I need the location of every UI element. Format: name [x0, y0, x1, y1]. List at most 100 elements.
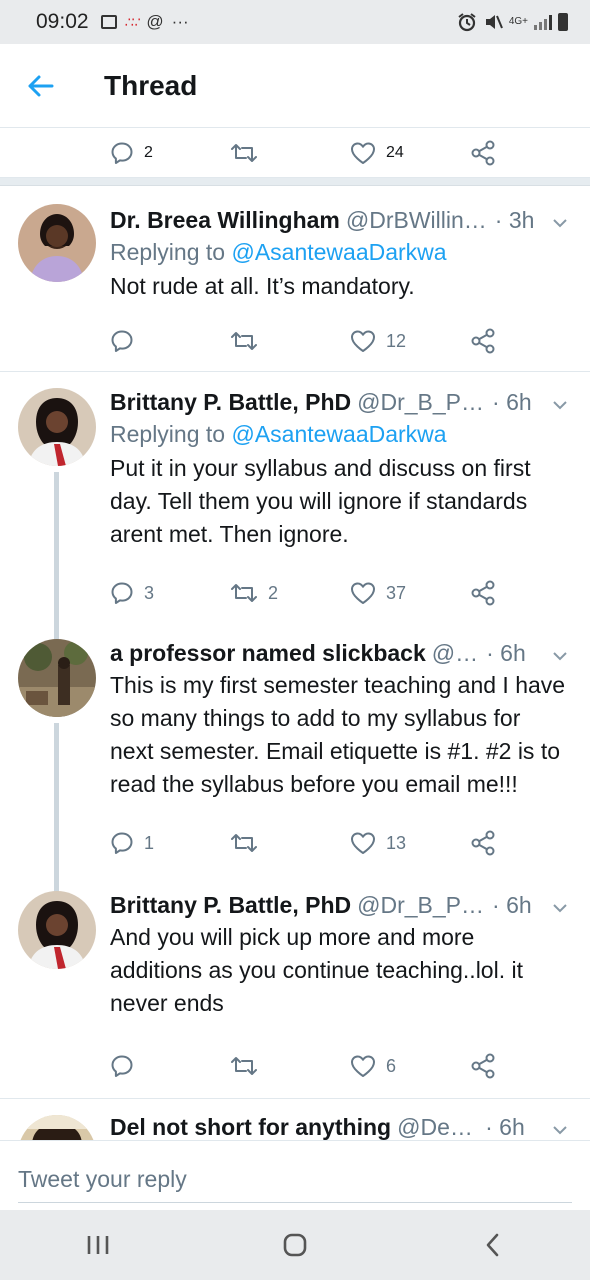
tweet[interactable]: Brittany P. Battle, PhD @Dr_B_P… · 6h Re… [0, 372, 590, 652]
share-button[interactable] [470, 1053, 510, 1079]
reply-button[interactable] [110, 1054, 230, 1078]
reply-input[interactable] [18, 1157, 572, 1203]
like-count: 6 [386, 1055, 397, 1076]
share-icon [471, 580, 495, 606]
reply-bar [0, 1140, 590, 1210]
share-icon [471, 830, 495, 856]
tweet-menu-button[interactable] [550, 903, 570, 913]
retweet-button[interactable] [230, 832, 350, 854]
tweet-text: This is my first semester teaching and I… [110, 672, 566, 797]
retweet-button[interactable]: 2 [230, 582, 350, 604]
tweet-actions: 6 [110, 1042, 570, 1090]
reply-count: 2 [144, 143, 153, 161]
user-handle[interactable]: @DrBWillin… [346, 204, 487, 236]
user-handle[interactable]: @Dr_B_P… [357, 386, 484, 418]
retweet-button[interactable] [230, 142, 350, 164]
user-handle[interactable]: @Del… [397, 1111, 477, 1140]
tweet[interactable]: Brittany P. Battle, PhD @Dr_B_P… · 6h An… [0, 877, 590, 1099]
home-icon [283, 1233, 307, 1257]
retweet-button[interactable] [230, 1055, 350, 1077]
tweet-actions: 3 2 37 [110, 569, 570, 617]
tweet-header: Del not short for anything @Del… · 6h [110, 1111, 570, 1140]
reply-button[interactable]: 1 [110, 831, 230, 855]
reply-button[interactable]: 2 [110, 141, 230, 165]
retweet-icon [231, 834, 257, 852]
like-button[interactable]: 6 [350, 1054, 470, 1078]
back-button[interactable] [0, 44, 80, 128]
thread-connector [54, 625, 59, 635]
like-button[interactable]: 24 [350, 141, 470, 165]
tweet-header: Brittany P. Battle, PhD @Dr_B_P… · 6h [110, 889, 570, 921]
share-button[interactable] [470, 140, 510, 166]
like-button[interactable]: 12 [350, 329, 470, 353]
status-time: 09:02 [36, 10, 89, 33]
share-icon [471, 1053, 495, 1079]
recent-apps-button[interactable] [58, 1215, 138, 1275]
chevron-down-icon [553, 1126, 567, 1135]
heart-icon [351, 330, 375, 352]
avatar[interactable] [18, 388, 96, 466]
tweet-actions: 1 13 [110, 819, 570, 867]
reply-icon [111, 832, 133, 854]
avatar[interactable] [18, 204, 96, 282]
tweet-menu-button[interactable] [550, 218, 570, 228]
display-name[interactable]: a professor named slickback [110, 637, 426, 669]
tweet-menu-button[interactable] [550, 1125, 570, 1135]
reply-count: 3 [144, 582, 155, 603]
display-name[interactable]: Dr. Breea Willingham [110, 204, 340, 236]
tweet-time: · 6h [492, 389, 532, 415]
heart-icon [351, 582, 375, 604]
replying-to: Replying to @AsantewaaDarkwa [110, 236, 570, 268]
tweet-text: And you will pick up more and more addit… [110, 924, 523, 1016]
home-button[interactable] [255, 1215, 335, 1275]
back-arrow-icon [28, 75, 54, 96]
page-title: Thread [104, 69, 198, 101]
tweet-text: Put it in your syllabus and discuss on f… [110, 455, 531, 547]
share-icon [471, 328, 495, 354]
tweet-menu-button[interactable] [550, 400, 570, 410]
share-button[interactable] [470, 580, 510, 606]
like-count: 13 [386, 832, 407, 853]
like-button[interactable]: 37 [350, 581, 470, 605]
user-handle[interactable]: @… [432, 637, 478, 669]
heart-icon [351, 832, 375, 854]
chevron-down-icon [553, 652, 567, 661]
retweet-icon [231, 143, 257, 162]
image-icon [100, 15, 117, 29]
system-back-button[interactable] [452, 1215, 532, 1275]
share-button[interactable] [470, 830, 510, 856]
avatar[interactable] [18, 891, 96, 969]
alarm-icon [458, 13, 476, 32]
like-button[interactable]: 13 [350, 831, 470, 855]
heart-icon [351, 142, 375, 164]
tweet[interactable]: Del not short for anything @Del… · 6h [0, 1099, 590, 1140]
reply-button[interactable] [110, 329, 230, 353]
tweet-header: Brittany P. Battle, PhD @Dr_B_P… · 6h [110, 386, 570, 418]
avatar[interactable] [18, 639, 96, 717]
heart-icon [351, 1055, 375, 1077]
user-handle[interactable]: @Dr_B_P… [357, 889, 484, 921]
mention-link[interactable]: @AsantewaaDarkwa [231, 239, 446, 265]
thread-list[interactable]: 2 24 Dr. Breea Willingham @DrBWillin… · … [0, 128, 590, 1140]
tweet-time: · 6h [485, 1114, 525, 1140]
display-name[interactable]: Brittany P. Battle, PhD [110, 889, 351, 921]
reply-button[interactable]: 3 [110, 581, 230, 605]
recent-apps-icon [88, 1236, 109, 1254]
previous-tweet-actions: 2 24 [0, 128, 590, 178]
retweet-button[interactable] [230, 330, 350, 352]
display-name[interactable]: Brittany P. Battle, PhD [110, 386, 351, 418]
app-header: Thread [0, 44, 590, 128]
like-count: 37 [386, 582, 407, 603]
display-name[interactable]: Del not short for anything [110, 1111, 391, 1140]
share-button[interactable] [470, 328, 510, 354]
avatar[interactable] [18, 1115, 96, 1140]
reply-icon [111, 1055, 133, 1077]
tweet-menu-button[interactable] [550, 651, 570, 661]
tweet-header: Dr. Breea Willingham @DrBWillin… · 3h [110, 204, 570, 236]
like-count: 12 [386, 330, 407, 351]
status-left-icons: ∴∵ @ ··· [100, 12, 189, 32]
tweet[interactable]: a professor named slickback @… · 6h This… [0, 625, 590, 903]
tweet[interactable]: Dr. Breea Willingham @DrBWillin… · 3h Re… [0, 186, 590, 372]
mention-link[interactable]: @AsantewaaDarkwa [231, 421, 446, 447]
more-icon: ··· [171, 12, 189, 31]
